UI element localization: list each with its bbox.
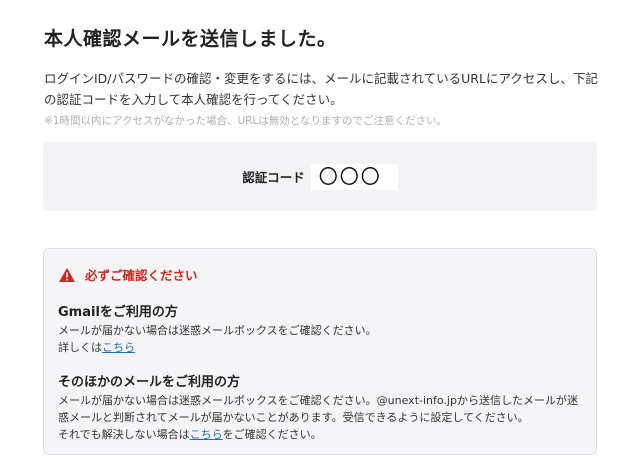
other-mail-section-title: そのほかのメールをご利用の方	[58, 375, 241, 390]
other-mail-section-text: メールが届かない場合は迷惑メールボックスをご確認ください。@unext-info…	[58, 392, 588, 443]
notice-heading-text: 必ずご確認ください	[85, 268, 198, 283]
code-label: 認証コード	[242, 170, 305, 185]
gmail-help-link[interactable]: こちら	[102, 341, 135, 354]
gmail-detail-line: 詳しくはこちら	[58, 339, 588, 356]
other-help-link[interactable]: こちら	[190, 428, 223, 441]
notice-heading: 必ずご確認ください	[59, 265, 198, 284]
warning-icon	[59, 267, 75, 282]
other-fallback-prefix: それでも解決しない場合は	[58, 428, 190, 441]
page-title: 本人確認メールを送信しました。	[44, 28, 337, 50]
gmail-text: メールが届かない場合は迷惑メールボックスをご確認ください。	[58, 324, 377, 337]
other-mail-fallback-line: それでも解決しない場合はこちらをご確認ください。	[58, 426, 588, 443]
expiry-note: ※1時間以内にアクセスがなかった場合、URLは無効となりますのでご注意ください。	[44, 115, 447, 127]
notice-box: 必ずご確認ください Gmailをご利用の方 メールが届かない場合は迷惑メールボッ…	[43, 248, 597, 455]
gmail-section-text: メールが届かない場合は迷惑メールボックスをご確認ください。 詳しくはこちら	[58, 322, 588, 356]
gmail-detail-prefix: 詳しくは	[58, 341, 102, 354]
verification-code-box: 認証コード 〇〇〇	[43, 142, 597, 211]
verification-code: 〇〇〇	[310, 163, 398, 190]
instruction-text: ログインID/パスワードの確認・変更をするには、メールに記載されているURLにア…	[44, 71, 598, 107]
other-fallback-suffix: をご確認ください。	[222, 428, 322, 441]
gmail-section-title: Gmailをご利用の方	[58, 305, 178, 320]
other-mail-text: メールが届かない場合は迷惑メールボックスをご確認ください。@unext-info…	[58, 394, 578, 424]
